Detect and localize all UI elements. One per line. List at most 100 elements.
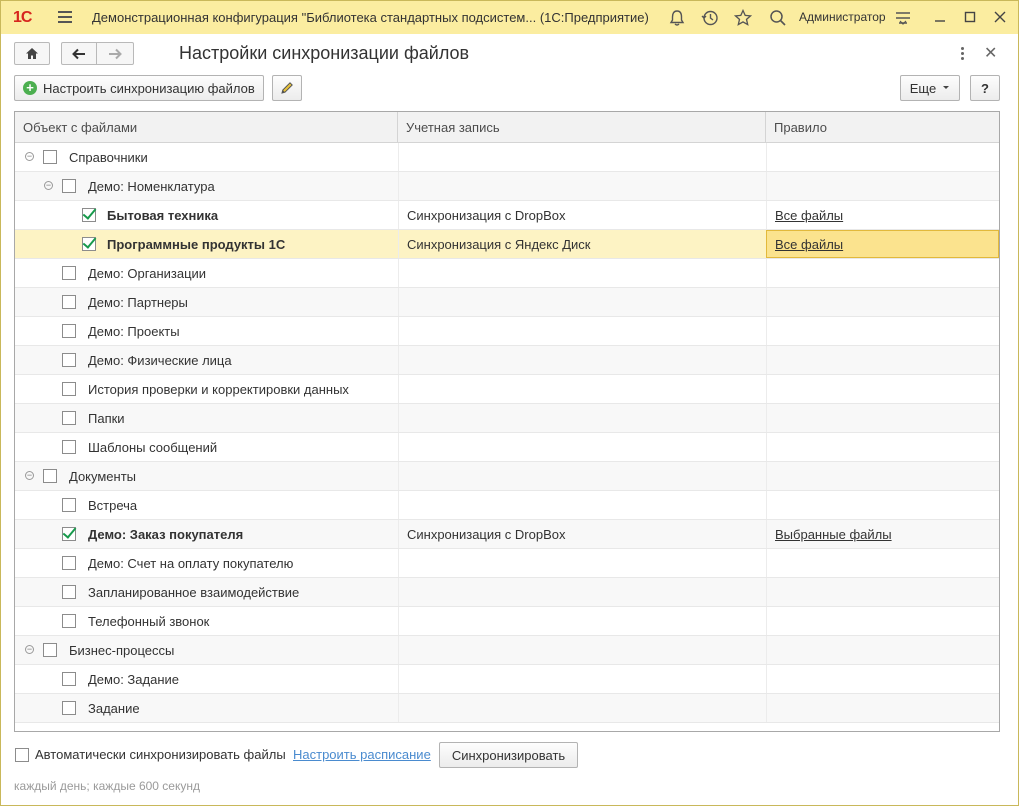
bell-icon[interactable] (668, 9, 686, 27)
header-rule[interactable]: Правило (766, 112, 999, 142)
table-row[interactable]: Шаблоны сообщений (15, 433, 999, 462)
row-checkbox[interactable] (62, 614, 76, 628)
row-checkbox[interactable] (62, 179, 76, 193)
rule-cell[interactable] (766, 607, 999, 635)
account-cell[interactable] (398, 578, 766, 606)
table-row[interactable]: Демо: Организации (15, 259, 999, 288)
table-row[interactable]: Демо: Заказ покупателя Синхронизация с Dr… (15, 520, 999, 549)
header-account[interactable]: Учетная запись (398, 112, 766, 142)
form-close-icon[interactable]: ✕ (984, 43, 997, 63)
row-checkbox[interactable] (62, 701, 76, 715)
row-checkbox[interactable] (62, 585, 76, 599)
home-button[interactable] (14, 42, 50, 65)
account-cell[interactable] (398, 288, 766, 316)
account-cell[interactable] (398, 346, 766, 374)
row-checkbox[interactable] (43, 643, 57, 657)
row-checkbox[interactable] (62, 527, 76, 541)
rule-cell[interactable] (766, 143, 999, 171)
account-cell[interactable]: Синхронизация с DropBox (398, 201, 766, 229)
table-row[interactable]: Программные продукты 1С Синхронизация с Я… (15, 230, 999, 259)
row-checkbox[interactable] (62, 498, 76, 512)
account-cell[interactable]: Синхронизация с DropBox (398, 520, 766, 548)
rule-cell[interactable] (766, 549, 999, 577)
table-row[interactable]: − Документы (15, 462, 999, 491)
account-cell[interactable] (398, 375, 766, 403)
rule-cell[interactable] (766, 172, 999, 200)
rule-cell[interactable] (766, 288, 999, 316)
row-checkbox[interactable] (62, 266, 76, 280)
row-checkbox[interactable] (62, 556, 76, 570)
row-checkbox[interactable] (82, 208, 96, 222)
star-icon[interactable] (734, 9, 752, 27)
rule-cell[interactable] (766, 578, 999, 606)
help-button[interactable]: ? (970, 75, 1000, 101)
account-cell[interactable] (398, 694, 766, 722)
account-cell[interactable] (398, 462, 766, 490)
row-checkbox[interactable] (62, 295, 76, 309)
table-row[interactable]: Демо: Счет на оплату покупателю (15, 549, 999, 578)
account-cell[interactable] (398, 636, 766, 664)
rule-cell[interactable] (766, 375, 999, 403)
forward-button[interactable] (96, 42, 134, 65)
back-button[interactable] (61, 42, 97, 65)
table-row[interactable]: − Демо: Номенклатура (15, 172, 999, 201)
synchronize-button[interactable]: Синхронизировать (439, 742, 578, 768)
settings-icon[interactable] (894, 9, 912, 27)
row-checkbox[interactable] (62, 382, 76, 396)
row-checkbox[interactable] (62, 411, 76, 425)
rule-cell[interactable] (766, 346, 999, 374)
collapse-icon[interactable]: − (25, 471, 34, 480)
account-cell[interactable] (398, 404, 766, 432)
rule-cell[interactable] (766, 404, 999, 432)
collapse-icon[interactable]: − (25, 645, 34, 654)
header-object[interactable]: Объект с файлами (15, 112, 398, 142)
rule-cell[interactable] (766, 433, 999, 461)
table-row[interactable]: Демо: Партнеры (15, 288, 999, 317)
row-checkbox[interactable] (43, 469, 57, 483)
table-row[interactable]: Встреча (15, 491, 999, 520)
row-checkbox[interactable] (82, 237, 96, 251)
account-cell[interactable] (398, 549, 766, 577)
setup-sync-button[interactable]: + Настроить синхронизацию файлов (14, 75, 264, 101)
table-row[interactable]: Демо: Проекты (15, 317, 999, 346)
rule-cell[interactable] (766, 636, 999, 664)
schedule-link[interactable]: Настроить расписание (293, 747, 431, 762)
account-cell[interactable] (398, 433, 766, 461)
table-row[interactable]: История проверки и корректировки данных (15, 375, 999, 404)
rule-cell[interactable] (766, 665, 999, 693)
rule-cell[interactable] (766, 259, 999, 287)
search-icon[interactable] (769, 9, 787, 27)
row-checkbox[interactable] (43, 150, 57, 164)
collapse-icon[interactable]: − (25, 152, 34, 161)
account-cell[interactable] (398, 259, 766, 287)
table-row[interactable]: Задание (15, 694, 999, 723)
table-row[interactable]: Демо: Физические лица (15, 346, 999, 375)
rule-cell[interactable]: Выбранные файлы (766, 520, 999, 548)
history-icon[interactable] (701, 9, 719, 27)
rule-link[interactable]: Выбранные файлы (775, 527, 892, 542)
row-checkbox[interactable] (62, 324, 76, 338)
table-row[interactable]: − Справочники (15, 143, 999, 172)
rule-cell[interactable]: Все файлы (766, 201, 999, 229)
table-row[interactable]: Демо: Задание (15, 665, 999, 694)
account-cell[interactable] (398, 143, 766, 171)
row-checkbox[interactable] (62, 353, 76, 367)
more-button[interactable]: Еще (900, 75, 960, 101)
auto-sync-checkbox[interactable] (15, 748, 29, 762)
account-cell[interactable] (398, 607, 766, 635)
edit-button[interactable] (272, 75, 302, 101)
maximize-button[interactable] (960, 7, 980, 27)
account-cell[interactable] (398, 491, 766, 519)
rule-cell[interactable] (766, 694, 999, 722)
table-row[interactable]: Телефонный звонок (15, 607, 999, 636)
rule-cell[interactable] (766, 317, 999, 345)
auto-sync-label[interactable]: Автоматически синхронизировать файлы (35, 747, 286, 762)
account-cell[interactable] (398, 665, 766, 693)
table-row[interactable]: Папки (15, 404, 999, 433)
table-row[interactable]: Запланированное взаимодействие (15, 578, 999, 607)
rule-link[interactable]: Все файлы (775, 237, 843, 252)
collapse-icon[interactable]: − (44, 181, 53, 190)
row-checkbox[interactable] (62, 440, 76, 454)
rule-cell[interactable] (766, 491, 999, 519)
account-cell[interactable] (398, 317, 766, 345)
